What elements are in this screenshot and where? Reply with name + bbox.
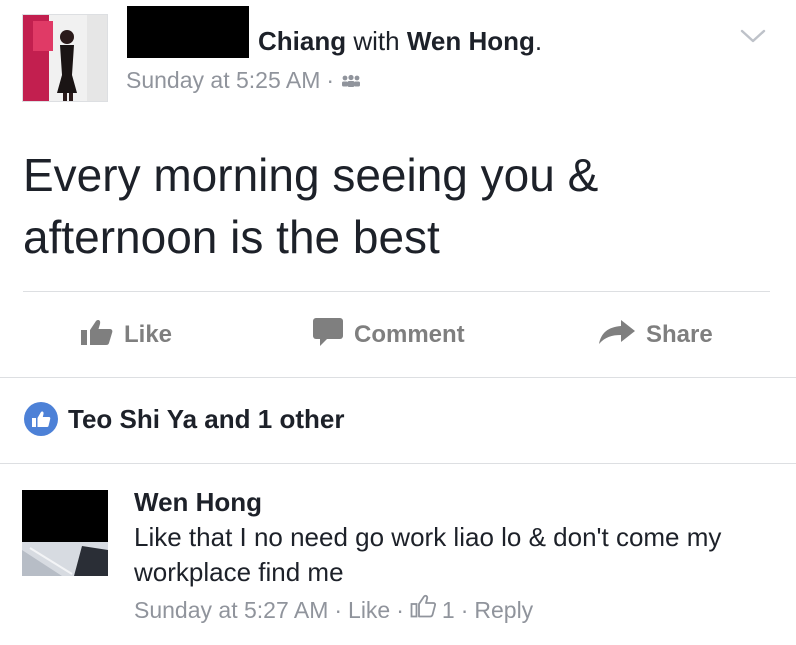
comment-bubble-icon bbox=[312, 317, 344, 354]
share-label: Share bbox=[646, 321, 713, 348]
comment-button[interactable]: Comment bbox=[312, 316, 465, 354]
divider bbox=[23, 291, 770, 292]
comment-timestamp[interactable]: Sunday at 5:27 AM bbox=[134, 595, 328, 625]
post-timestamp[interactable]: Sunday at 5:25 AM bbox=[126, 66, 320, 94]
comment-label: Comment bbox=[354, 321, 465, 348]
header-period: . bbox=[534, 26, 543, 56]
commenter-avatar[interactable] bbox=[22, 490, 108, 576]
post-text-line-2: afternoon is the best bbox=[23, 211, 440, 263]
post-author-name[interactable]: Chiang bbox=[258, 26, 346, 56]
comment-separator: · bbox=[334, 596, 343, 623]
reactions-summary[interactable]: Teo Shi Ya and 1 other bbox=[24, 402, 344, 436]
reply-link[interactable]: Reply bbox=[474, 595, 533, 625]
divider bbox=[0, 463, 796, 464]
like-label: Like bbox=[124, 321, 173, 348]
post-text: Every morning seeing you & afternoon is … bbox=[23, 144, 763, 268]
tagged-person[interactable]: Wen Hong bbox=[407, 26, 535, 56]
friends-icon[interactable] bbox=[340, 66, 362, 94]
post-author-avatar[interactable] bbox=[22, 14, 108, 102]
comment-like-count[interactable]: 1 bbox=[442, 595, 455, 625]
comment-separator: · bbox=[396, 596, 404, 623]
avatar-photo bbox=[23, 15, 107, 101]
thumbs-up-icon bbox=[80, 318, 114, 353]
share-button[interactable]: Share bbox=[598, 316, 713, 354]
reactions-text: Teo Shi Ya and 1 other bbox=[68, 403, 345, 434]
divider bbox=[0, 377, 796, 378]
post-text-line-1: Every morning seeing you & bbox=[23, 149, 599, 201]
comment-like-link[interactable]: Like bbox=[348, 595, 390, 625]
like-reaction-icon bbox=[24, 402, 58, 436]
like-button[interactable]: Like bbox=[80, 316, 172, 354]
commenter-name[interactable]: Wen Hong bbox=[134, 486, 262, 518]
comment-separator: · bbox=[460, 596, 469, 623]
commenter-avatar-photo bbox=[22, 490, 108, 576]
share-arrow-icon bbox=[598, 319, 636, 352]
thumbs-up-outline-icon bbox=[410, 594, 436, 625]
with-text: with bbox=[353, 26, 400, 56]
chevron-down-icon[interactable] bbox=[736, 24, 770, 48]
post-meta: Sunday at 5:25 AM · bbox=[126, 66, 362, 94]
post-header: Chiang with Wen Hong. bbox=[258, 26, 542, 56]
redacted-author-name bbox=[127, 6, 249, 58]
comment-meta: Sunday at 5:27 AM · Like · 1 · Reply bbox=[134, 594, 533, 625]
comment-text: Like that I no need go work liao lo & do… bbox=[134, 522, 722, 587]
meta-separator: · bbox=[326, 67, 335, 93]
